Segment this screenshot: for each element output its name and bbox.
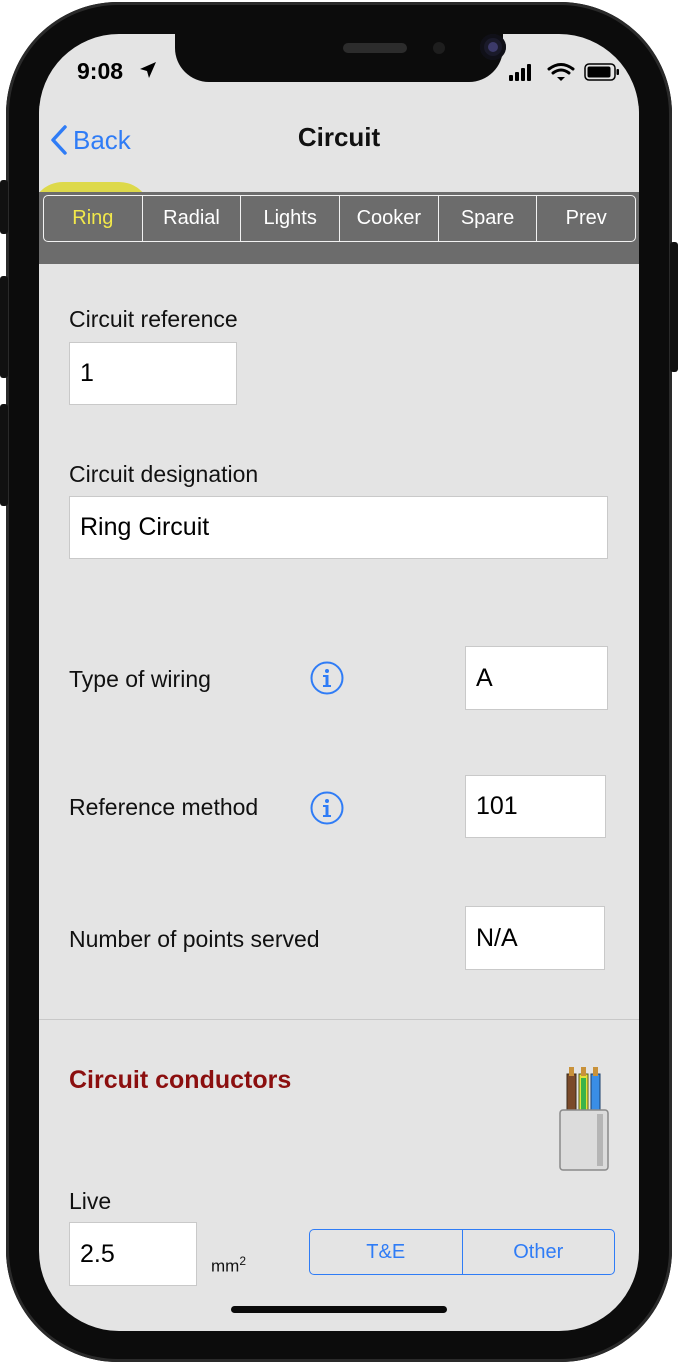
navigation-bar: Back Circuit [39,106,639,192]
cable-type-segmented-control: T&E Other [309,1229,615,1275]
app-screen: Back Circuit Ring Radial Lights Cooker S… [39,34,639,1331]
unit-label: mm2 [211,1254,246,1277]
signal-icon [509,64,531,81]
live-size-input[interactable]: 2.5 [69,1222,197,1286]
device-notch [175,34,506,82]
proximity-sensor [433,42,445,54]
cable-icon [559,1067,609,1171]
info-icon[interactable] [310,661,344,695]
home-indicator[interactable] [231,1306,447,1313]
segment-lights[interactable]: Lights [241,196,341,241]
status-time: 9:08 [77,58,124,84]
segment-t-and-e[interactable]: T&E [310,1230,463,1274]
mute-switch [0,180,8,234]
segment-other[interactable]: Other [463,1230,615,1274]
phone-frame: Back Circuit Ring Radial Lights Cooker S… [0,0,678,1364]
reference-method-input[interactable]: 101 [465,775,606,838]
circuit-reference-label: Circuit reference [69,306,238,332]
battery-icon [584,63,619,81]
wifi-icon [547,63,575,81]
section-divider [39,1019,639,1020]
type-of-wiring-label: Type of wiring [69,666,211,692]
circuit-reference-input[interactable]: 1 [69,342,237,405]
number-of-points-input[interactable]: N/A [465,906,605,970]
type-of-wiring-input[interactable]: A [465,646,608,710]
front-camera [480,34,506,60]
circuit-type-bar: Ring Radial Lights Cooker Spare Prev [39,192,639,264]
info-icon[interactable] [310,791,344,825]
circuit-conductors-heading: Circuit conductors [69,1066,292,1094]
volume-down-button [0,404,8,506]
status-icons [509,63,619,81]
circuit-designation-label: Circuit designation [69,461,259,487]
number-of-points-label: Number of points served [69,926,320,952]
reference-method-label: Reference method [69,794,259,820]
live-label: Live [69,1188,112,1214]
segment-spare[interactable]: Spare [439,196,538,241]
circuit-designation-input[interactable]: Ring Circuit [69,496,608,559]
volume-up-button [0,276,8,378]
segment-radial[interactable]: Radial [143,196,242,241]
circuit-type-segmented-control: Ring Radial Lights Cooker Spare Prev [43,195,636,242]
speaker-grille [343,43,407,53]
location-arrow-icon [140,62,156,78]
power-button [670,242,678,372]
segment-prev[interactable]: Prev [537,196,635,241]
unit-text: mm [211,1256,240,1276]
unit-exponent: 2 [239,1254,247,1268]
segment-cooker[interactable]: Cooker [340,196,439,241]
page-title: Circuit [297,122,381,152]
segment-ring[interactable]: Ring [44,196,143,241]
